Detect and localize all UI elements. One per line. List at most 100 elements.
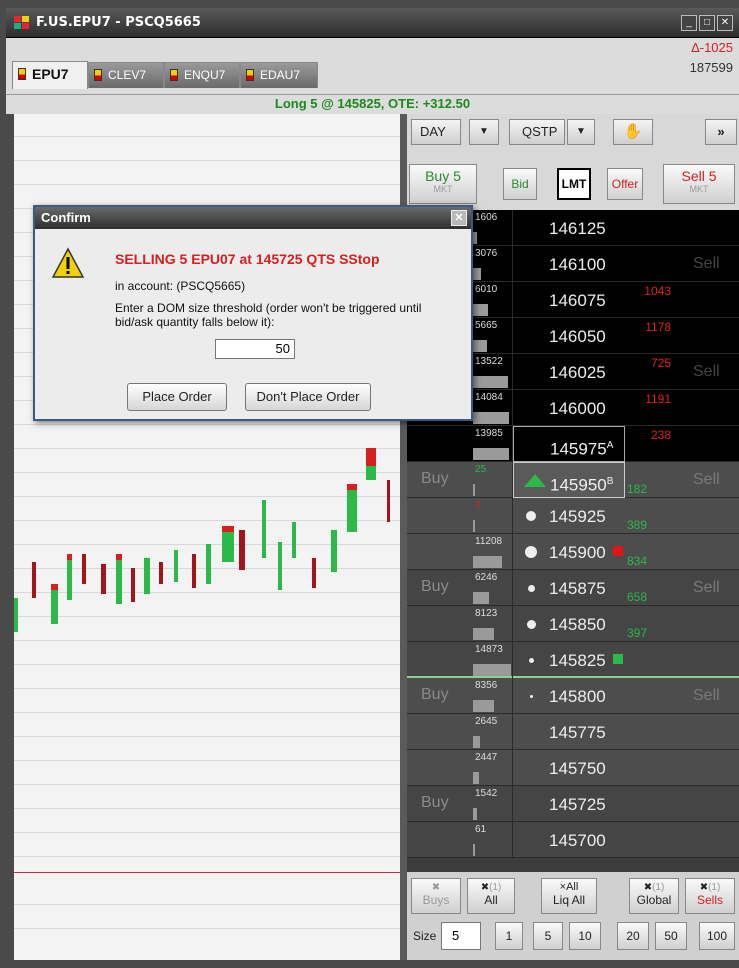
ladder-row[interactable]: Buy 8356 145800 Sell: [407, 678, 739, 714]
sell-cell[interactable]: Sell: [675, 354, 739, 390]
price-cell[interactable]: 145925: [513, 498, 625, 534]
order-type-dropdown-icon[interactable]: ▼: [567, 119, 595, 145]
price-cell[interactable]: 145900: [513, 534, 625, 570]
sell-cell[interactable]: Sell: [675, 462, 739, 498]
price-cell[interactable]: 146125: [513, 210, 625, 246]
size-input[interactable]: 5: [441, 922, 481, 950]
sell-cell[interactable]: [675, 534, 739, 570]
buy-cell[interactable]: [407, 822, 471, 858]
sell-cell[interactable]: [675, 318, 739, 354]
price-cell[interactable]: 145775: [513, 714, 625, 750]
buy-cell[interactable]: [407, 534, 471, 570]
price-cell[interactable]: 146050: [513, 318, 625, 354]
sell-cell[interactable]: [675, 426, 739, 462]
price-cell[interactable]: 145750: [513, 750, 625, 786]
price-cell[interactable]: 146100: [513, 246, 625, 282]
cancel-global-button[interactable]: ✖(1) Global: [629, 878, 679, 914]
ask-volume-cell: 834: [625, 534, 675, 570]
order-type-select[interactable]: QSTP: [509, 119, 565, 145]
offer-button[interactable]: Offer: [607, 168, 643, 200]
hand-icon[interactable]: ✋: [613, 119, 653, 145]
buy-cell[interactable]: Buy: [407, 678, 471, 714]
buy-cell[interactable]: Buy: [407, 462, 471, 498]
price-cell[interactable]: 146025: [513, 354, 625, 390]
sell-cell[interactable]: [675, 282, 739, 318]
size-preset-50[interactable]: 50: [655, 922, 687, 950]
sell-cell[interactable]: [675, 606, 739, 642]
minimize-button[interactable]: _: [681, 15, 697, 31]
buy-cell[interactable]: Buy: [407, 786, 471, 822]
price-cell[interactable]: 145950B: [513, 462, 625, 498]
expand-button[interactable]: »: [705, 119, 737, 145]
price-cell[interactable]: 145850: [513, 606, 625, 642]
size-preset-5[interactable]: 5: [533, 922, 563, 950]
tab-enqu7[interactable]: ENQU7: [164, 62, 240, 88]
ladder-row[interactable]: Buy 1542 145725: [407, 786, 739, 822]
sell-cell[interactable]: [675, 498, 739, 534]
cancel-all-button[interactable]: ✖(1) All: [467, 878, 515, 914]
price-cell[interactable]: 145725: [513, 786, 625, 822]
price-cell[interactable]: 145875: [513, 570, 625, 606]
tab-clev7[interactable]: CLEV7: [88, 62, 164, 88]
sell-cell[interactable]: Sell: [675, 570, 739, 606]
size-preset-100[interactable]: 100: [699, 922, 735, 950]
place-order-button[interactable]: Place Order: [127, 383, 227, 411]
buy-market-button[interactable]: Buy 5 MKT: [409, 164, 477, 204]
close-button[interactable]: ✕: [717, 15, 733, 31]
sell-cell[interactable]: Sell: [675, 246, 739, 282]
tab-epu7[interactable]: EPU7: [12, 61, 88, 89]
sell-cell[interactable]: [675, 750, 739, 786]
sell-cell[interactable]: [675, 210, 739, 246]
title-bar[interactable]: F.US.EPU7 - PSCQ5665 _ □ ✕: [6, 8, 739, 38]
size-preset-1[interactable]: 1: [495, 922, 523, 950]
ladder-row[interactable]: 11208 145900 834: [407, 534, 739, 570]
threshold-input[interactable]: 50: [215, 339, 295, 359]
price-cell[interactable]: 145975A: [513, 426, 625, 462]
ladder-row[interactable]: Buy 6246 145875 658 Sell: [407, 570, 739, 606]
liquidate-all-button[interactable]: ×All Liq All: [541, 878, 597, 914]
dialog-close-button[interactable]: ✕: [451, 210, 467, 226]
ladder-row[interactable]: Buy 25 145950B 182 Sell: [407, 462, 739, 498]
ladder-row[interactable]: 2447 145750: [407, 750, 739, 786]
price-cell[interactable]: 145800: [513, 678, 625, 714]
buy-cell[interactable]: [407, 426, 471, 462]
dont-place-order-button[interactable]: Don't Place Order: [245, 383, 371, 411]
maximize-button[interactable]: □: [699, 15, 715, 31]
buy-cell[interactable]: [407, 606, 471, 642]
cancel-buys-button[interactable]: ✖ Buys: [411, 878, 461, 914]
ladder-row[interactable]: 13985 145975A 238: [407, 426, 739, 462]
buy-cell[interactable]: [407, 714, 471, 750]
volume-value: 725: [650, 356, 671, 370]
price-cell[interactable]: 145825: [513, 642, 625, 678]
price-cell[interactable]: 146000: [513, 390, 625, 426]
buy-cell[interactable]: [407, 750, 471, 786]
sell-cell[interactable]: [675, 822, 739, 858]
sell-cell[interactable]: [675, 642, 739, 678]
sell-market-button[interactable]: Sell 5 MKT: [663, 164, 735, 204]
cancel-sells-button[interactable]: ✖(1) Sells: [685, 878, 735, 914]
window-title: F.US.EPU7 - PSCQ5665: [36, 15, 201, 30]
sell-cell[interactable]: [675, 786, 739, 822]
sell-cell[interactable]: Sell: [675, 678, 739, 714]
size-preset-20[interactable]: 20: [617, 922, 649, 950]
tif-dropdown-icon[interactable]: ▼: [469, 119, 499, 145]
position-summary: Long 5 @ 145825, OTE: +312.50: [6, 94, 739, 114]
sell-cell[interactable]: [675, 390, 739, 426]
size-preset-10[interactable]: 10: [569, 922, 601, 950]
ladder-row[interactable]: 14873 145825: [407, 642, 739, 678]
ladder-row[interactable]: 8123 145850 397: [407, 606, 739, 642]
buy-cell[interactable]: Buy: [407, 570, 471, 606]
position-marker-icon: [613, 654, 623, 664]
tab-edau7[interactable]: EDAU7: [240, 62, 318, 88]
ladder-row[interactable]: 61 145700: [407, 822, 739, 858]
ladder-row[interactable]: 2645 145775: [407, 714, 739, 750]
ladder-row[interactable]: 2 145925 389: [407, 498, 739, 534]
bid-button[interactable]: Bid: [503, 168, 537, 200]
tif-select[interactable]: DAY: [411, 119, 461, 145]
lmt-button[interactable]: LMT: [557, 168, 591, 200]
price-cell[interactable]: 145700: [513, 822, 625, 858]
price-cell[interactable]: 146075: [513, 282, 625, 318]
buy-cell[interactable]: [407, 642, 471, 678]
buy-cell[interactable]: [407, 498, 471, 534]
sell-cell[interactable]: [675, 714, 739, 750]
